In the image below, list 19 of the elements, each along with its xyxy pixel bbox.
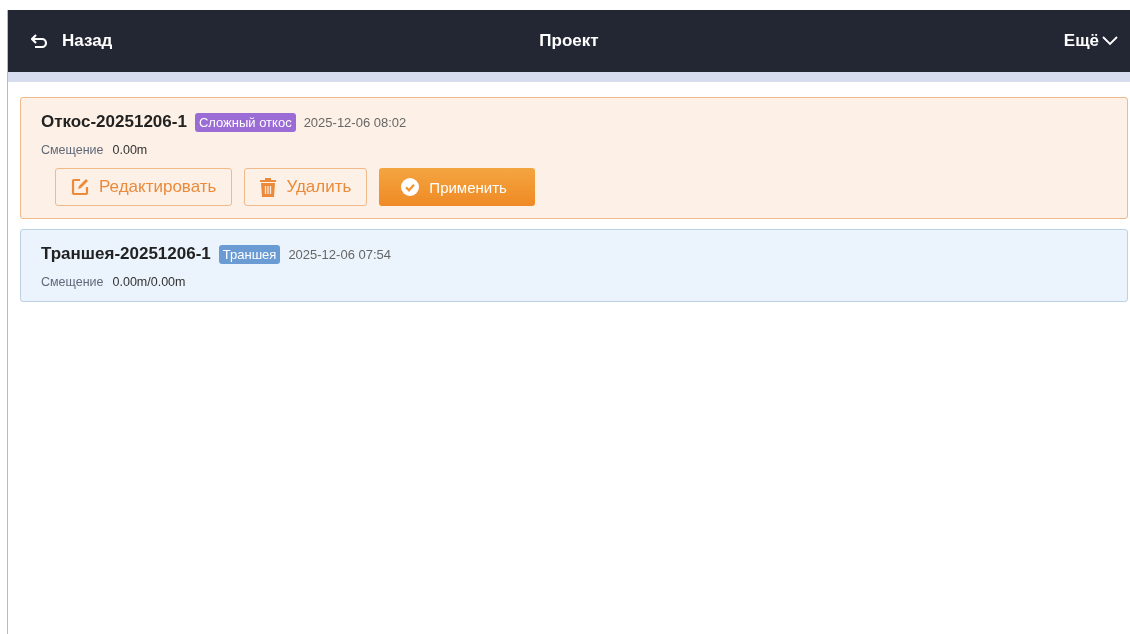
more-button[interactable]: Ещё [1057, 30, 1124, 52]
back-icon [31, 34, 48, 48]
project-name: Траншея-20251206-1 [41, 244, 211, 264]
timestamp: 2025-12-06 08:02 [303, 114, 407, 130]
offset-value: 0.00m [112, 143, 148, 157]
offset-label: Смещение [41, 275, 104, 289]
chevron-down-icon [1102, 36, 1118, 46]
check-circle-icon [401, 178, 420, 196]
edit-icon [71, 178, 89, 196]
project-type-tag: Сложный откос [194, 112, 296, 132]
offset-value: 0.00m/0.00m [112, 275, 186, 289]
project-name: Откос-20251206-1 [41, 112, 187, 132]
page-title: Проект [539, 31, 599, 50]
timestamp: 2025-12-06 07:54 [288, 246, 392, 262]
project-card[interactable]: Траншея-20251206-1 Траншея 2025-12-06 07:54 Смещение 0.00m/0.00m [20, 229, 1128, 302]
trash-icon [260, 177, 277, 197]
project-type-tag: Траншея [218, 244, 281, 264]
offset-label: Смещение [41, 143, 104, 157]
back-button[interactable]: Назад [8, 30, 119, 52]
